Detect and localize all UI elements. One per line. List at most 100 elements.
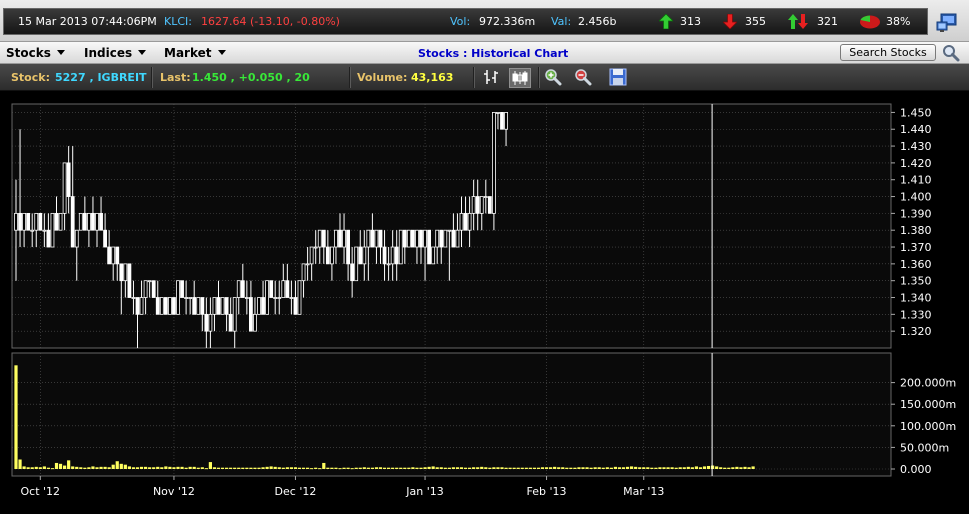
zoom-in-button[interactable] [543, 68, 565, 88]
zoom-in-icon [545, 69, 562, 86]
volume-tick-label: 50.000m [900, 441, 949, 454]
page-title: Stocks : Historical Chart [418, 47, 569, 60]
candle-body [471, 196, 476, 214]
volume-bar [524, 467, 528, 469]
monitor-icon[interactable] [936, 13, 958, 33]
volume-bar [293, 467, 298, 469]
vol-value: 972.336m [479, 15, 536, 28]
volume-bar [14, 365, 18, 469]
volume-bar [301, 467, 306, 469]
price-tick-label: 1.340 [900, 292, 932, 305]
candle-body [220, 297, 225, 315]
candle-body [95, 212, 99, 231]
candle-body [374, 229, 379, 248]
volume-bar [107, 467, 111, 469]
volume-bar [83, 467, 87, 469]
volume-bar [528, 467, 532, 469]
down-count: 355 [745, 15, 766, 28]
volume-bar [723, 467, 727, 469]
price-tick-label: 1.350 [900, 275, 932, 288]
volume-bar [164, 466, 168, 469]
save-button[interactable] [608, 68, 630, 88]
volume-bar [229, 467, 233, 469]
candle-body [297, 280, 302, 315]
candle-body [281, 280, 286, 298]
candle-body [491, 112, 496, 214]
volume-bar [99, 466, 103, 469]
volume-bar [95, 467, 99, 469]
volume-bar [569, 467, 573, 469]
volume-bar [690, 467, 694, 469]
volume-bar [447, 467, 451, 469]
candle-body [155, 297, 160, 315]
volume-axis: 200.000m 150.000m 100.000m 50.000m 0.000 [891, 377, 956, 476]
volume-bar [581, 467, 585, 469]
price-tick-label: 1.400 [900, 191, 932, 204]
search-stocks-button[interactable]: Search Stocks [840, 44, 936, 61]
volume-bar [58, 463, 63, 469]
candle-body [504, 112, 508, 130]
volume-tick-label: 100.000m [900, 420, 956, 433]
volume-bar [520, 467, 524, 469]
volume-bar [573, 467, 577, 469]
search-icon[interactable] [942, 44, 960, 62]
candle-body [143, 280, 148, 298]
candle-body [78, 212, 83, 231]
volume-bar [638, 467, 642, 469]
volume-bar [678, 467, 682, 469]
price-tick-label: 1.410 [900, 174, 932, 187]
ohlc-bar-chart-button[interactable] [481, 68, 503, 88]
candle-body [447, 229, 452, 232]
candle-body [26, 212, 31, 231]
historical-chart[interactable]: 1.450 1.440 1.430 1.420 1.410 1.400 1.390 1.380… [0, 91, 969, 511]
volume-bar [148, 467, 152, 469]
menu-market[interactable]: Market [164, 46, 226, 60]
candle-body [410, 229, 415, 248]
volume-bar [71, 466, 75, 469]
candle-body [184, 297, 189, 299]
menu-indices[interactable]: Indices [84, 46, 147, 60]
volume-bar [253, 467, 257, 469]
candle-body [443, 229, 448, 248]
time-tick-label: Nov '12 [153, 485, 195, 498]
volume-bar [241, 467, 245, 469]
volume-bar [277, 467, 281, 469]
volume-bar [196, 467, 200, 469]
volume-bar [585, 467, 589, 469]
volume-bar [682, 467, 686, 469]
datetime: 15 Mar 2013 07:44:06PM [18, 15, 157, 28]
candle-body [305, 263, 310, 266]
volume-bar [642, 467, 646, 469]
down-arrow-icon [723, 14, 737, 29]
candle-body [248, 297, 253, 332]
volume-bar [139, 466, 144, 469]
candle-body [30, 229, 35, 232]
candle-body [354, 246, 359, 282]
time-tick-label: Feb '13 [527, 485, 567, 498]
volume-bar [152, 467, 156, 469]
volume-bar [395, 467, 399, 469]
candle-body [325, 246, 330, 265]
volume-bar [350, 468, 354, 470]
val-value: 2.456b [578, 15, 617, 28]
candlestick-chart-button[interactable] [509, 68, 531, 88]
volume-bar [220, 467, 225, 469]
chart-canvas[interactable]: 1.450 1.440 1.430 1.420 1.410 1.400 1.390 1.380… [0, 91, 969, 511]
menu-stocks[interactable]: Stocks [6, 46, 65, 60]
volume-bar [455, 467, 460, 469]
candle-body [257, 297, 261, 315]
candle-body [293, 297, 298, 315]
last-value: 1.450 , +0.050 , 20 [192, 71, 310, 84]
zoom-out-button[interactable] [573, 68, 595, 88]
volume-bar [589, 467, 593, 469]
volume-bar [601, 467, 605, 469]
volume-bar [46, 467, 50, 469]
candle-body [38, 212, 43, 231]
candle-body [151, 280, 156, 298]
volume-bar [625, 466, 630, 469]
candle-body [285, 280, 290, 298]
volume-bar [532, 467, 536, 469]
volume-bar [18, 459, 22, 469]
candle-body [50, 212, 55, 248]
volume-bar [549, 467, 553, 469]
